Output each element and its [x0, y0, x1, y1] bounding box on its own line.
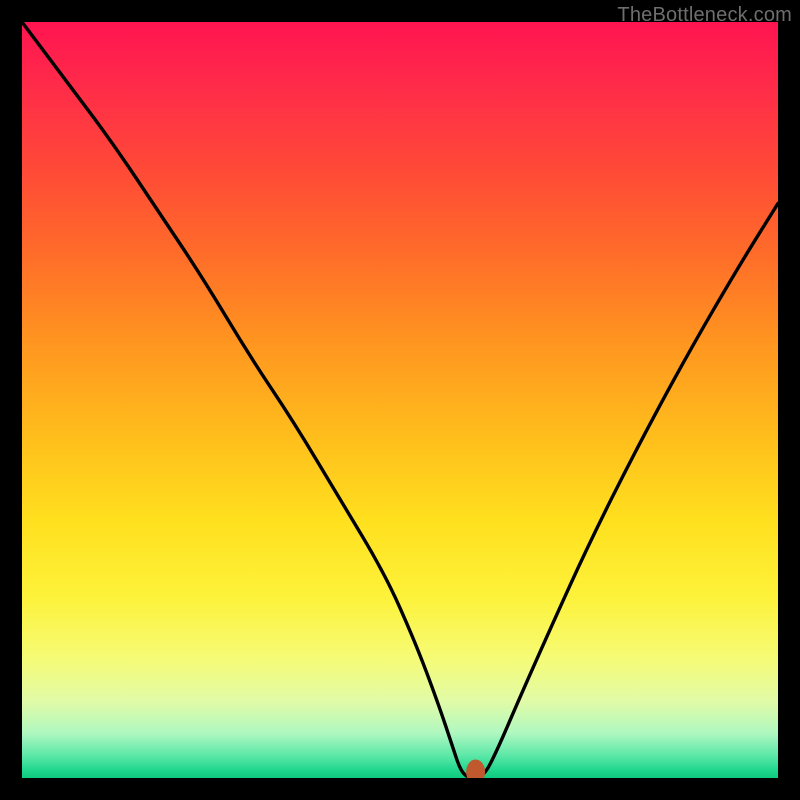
chart-frame: TheBottleneck.com [0, 0, 800, 800]
bottleneck-curve-svg [22, 22, 778, 778]
plot-area [22, 22, 778, 778]
minimum-marker [467, 760, 485, 778]
watermark-text: TheBottleneck.com [617, 4, 792, 27]
bottleneck-curve-path [22, 22, 778, 778]
